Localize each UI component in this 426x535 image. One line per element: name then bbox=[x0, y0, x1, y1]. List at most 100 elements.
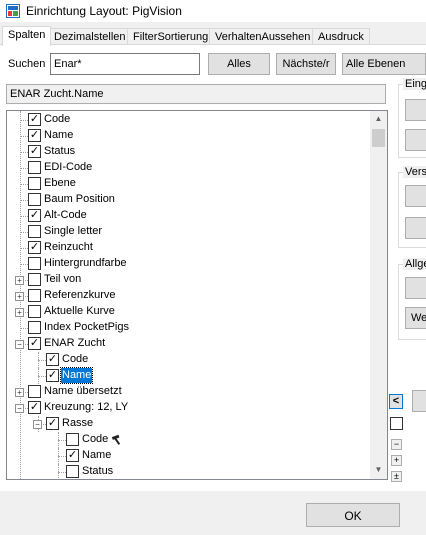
next-button[interactable]: Nächste/r bbox=[276, 53, 336, 75]
node-label[interactable]: Aktuelle Kurve bbox=[43, 305, 116, 317]
expand-node-icon[interactable]: + bbox=[15, 308, 24, 317]
tree-node[interactable]: Code bbox=[7, 432, 367, 448]
collapse-node-icon[interactable]: − bbox=[15, 340, 24, 349]
node-label[interactable]: Baum Position bbox=[43, 193, 116, 205]
node-checkbox[interactable] bbox=[66, 465, 79, 478]
node-label[interactable]: Index PocketPigs bbox=[43, 321, 130, 333]
collapse-node-icon[interactable]: − bbox=[33, 420, 42, 429]
tree-node[interactable]: + Referenzkurve bbox=[7, 288, 367, 304]
node-label[interactable]: Code bbox=[81, 433, 109, 445]
group-eingabe-button-2[interactable] bbox=[405, 129, 426, 151]
node-checkbox[interactable]: ✓ bbox=[28, 129, 41, 142]
node-checkbox[interactable] bbox=[66, 433, 79, 446]
node-label[interactable]: Rasse bbox=[61, 417, 94, 429]
scroll-down-arrow-icon[interactable]: ▼ bbox=[370, 462, 387, 479]
node-checkbox[interactable] bbox=[28, 305, 41, 318]
node-checkbox[interactable]: ✓ bbox=[46, 417, 59, 430]
node-checkbox[interactable] bbox=[28, 177, 41, 190]
node-label[interactable]: Status bbox=[81, 465, 114, 477]
node-label[interactable]: Name übersetzt bbox=[43, 385, 123, 397]
node-checkbox[interactable]: ✓ bbox=[28, 209, 41, 222]
expand-node-icon[interactable]: + bbox=[15, 388, 24, 397]
node-label[interactable]: ENAR Zucht bbox=[43, 337, 106, 349]
tree-node[interactable]: ✓ Name bbox=[7, 448, 367, 464]
tab-spalten[interactable]: Spalten bbox=[2, 26, 52, 46]
scope-select[interactable]: Alle Ebenen bbox=[342, 53, 426, 75]
node-label[interactable]: Single letter bbox=[43, 225, 103, 237]
tab-filtersortierung[interactable]: FilterSortierung bbox=[127, 28, 215, 45]
move-left-button[interactable]: < bbox=[389, 394, 403, 409]
node-checkbox[interactable]: ✓ bbox=[28, 401, 41, 414]
column-tree[interactable]: ✓ Code ✓ Name ✓ Status EDI-Code Ebene Baum Posit… bbox=[6, 110, 388, 480]
scroll-thumb[interactable] bbox=[372, 129, 385, 147]
node-checkbox[interactable] bbox=[28, 225, 41, 238]
node-checkbox[interactable]: ✓ bbox=[46, 353, 59, 366]
tree-scrollbar[interactable]: ▲ ▼ bbox=[370, 111, 387, 479]
tree-node[interactable]: Index PocketPigs bbox=[7, 320, 367, 336]
tree-node[interactable]: Status bbox=[7, 464, 367, 479]
tree-node[interactable]: ✓ Reinzucht bbox=[7, 240, 367, 256]
tree-node[interactable]: ✓ Code bbox=[7, 352, 367, 368]
expand-node-icon[interactable]: + bbox=[15, 292, 24, 301]
node-checkbox[interactable] bbox=[28, 289, 41, 302]
node-checkbox[interactable] bbox=[28, 257, 41, 270]
tree-node[interactable]: ✓ Name bbox=[7, 128, 367, 144]
node-label[interactable]: Referenzkurve bbox=[43, 289, 117, 301]
node-label[interactable]: Alt-Code bbox=[43, 209, 88, 221]
node-label[interactable]: Status bbox=[43, 145, 76, 157]
node-checkbox[interactable] bbox=[28, 273, 41, 286]
search-input[interactable]: Enar* bbox=[50, 53, 200, 75]
node-checkbox[interactable]: ✓ bbox=[46, 369, 59, 382]
node-label[interactable]: Ebene bbox=[43, 177, 77, 189]
tab-verhaltenaussehen[interactable]: VerhaltenAussehen bbox=[209, 28, 317, 45]
tree-node[interactable]: + Name übersetzt bbox=[7, 384, 367, 400]
collapse-all-button[interactable]: − bbox=[391, 439, 402, 450]
node-checkbox[interactable] bbox=[28, 321, 41, 334]
scroll-up-arrow-icon[interactable]: ▲ bbox=[370, 111, 387, 128]
tree-node[interactable]: + Aktuelle Kurve bbox=[7, 304, 367, 320]
tab-ausdruck[interactable]: Ausdruck bbox=[312, 28, 370, 45]
group-verschieben-button-2[interactable] bbox=[405, 217, 426, 239]
tree-node[interactable]: ✓ Code bbox=[7, 112, 367, 128]
tree-node[interactable]: EDI-Code bbox=[7, 160, 367, 176]
node-label[interactable]: Reinzucht bbox=[43, 241, 94, 253]
tree-node[interactable]: ✓ Alt-Code bbox=[7, 208, 367, 224]
collapse-node-icon[interactable]: − bbox=[15, 404, 24, 413]
node-label[interactable]: Hintergrundfarbe bbox=[43, 257, 128, 269]
node-label[interactable]: Kreuzung: 12, LY bbox=[43, 401, 129, 413]
node-checkbox[interactable]: ✓ bbox=[28, 113, 41, 126]
tree-node[interactable]: + Teil von bbox=[7, 272, 367, 288]
option-checkbox[interactable] bbox=[390, 417, 403, 430]
group-verschieben-button-1[interactable] bbox=[405, 185, 426, 207]
expand-button[interactable]: + bbox=[391, 455, 402, 466]
node-label[interactable]: EDI-Code bbox=[43, 161, 93, 173]
node-label[interactable]: Code bbox=[43, 113, 71, 125]
node-label[interactable]: Name bbox=[43, 129, 74, 141]
tree-node[interactable]: ✓ Name bbox=[7, 367, 367, 384]
node-label[interactable]: Teil von bbox=[43, 273, 82, 285]
group-allgemein-button-1[interactable] bbox=[405, 277, 426, 299]
tree-node[interactable]: ✓ Status bbox=[7, 144, 367, 160]
expand-all-button[interactable]: ± bbox=[391, 471, 402, 482]
node-checkbox[interactable]: ✓ bbox=[66, 449, 79, 462]
node-checkbox[interactable] bbox=[28, 161, 41, 174]
all-button[interactable]: Alles bbox=[208, 53, 270, 75]
tree-node[interactable]: Hintergrundfarbe bbox=[7, 256, 367, 272]
tree-node[interactable]: Single letter bbox=[7, 224, 367, 240]
tab-dezimalstellen[interactable]: Dezimalstellen bbox=[48, 28, 132, 45]
node-label[interactable]: Code bbox=[61, 353, 89, 365]
tree-node[interactable]: − ✓ Rasse bbox=[7, 416, 367, 432]
group-eingabe-button-1[interactable] bbox=[405, 99, 426, 121]
node-checkbox[interactable]: ✓ bbox=[28, 145, 41, 158]
group-allgemein-button-2[interactable]: We bbox=[405, 307, 426, 329]
side-button[interactable] bbox=[412, 390, 426, 412]
tree-node[interactable]: Baum Position bbox=[7, 192, 367, 208]
node-checkbox[interactable] bbox=[28, 385, 41, 398]
ok-button[interactable]: OK bbox=[306, 503, 400, 527]
tree-node[interactable]: − ✓ ENAR Zucht bbox=[7, 336, 367, 352]
node-checkbox[interactable] bbox=[28, 193, 41, 206]
tree-node[interactable]: − ✓ Kreuzung: 12, LY bbox=[7, 400, 367, 416]
node-checkbox[interactable]: ✓ bbox=[28, 337, 41, 350]
node-label[interactable]: Name bbox=[81, 449, 112, 461]
expand-node-icon[interactable]: + bbox=[15, 276, 24, 285]
